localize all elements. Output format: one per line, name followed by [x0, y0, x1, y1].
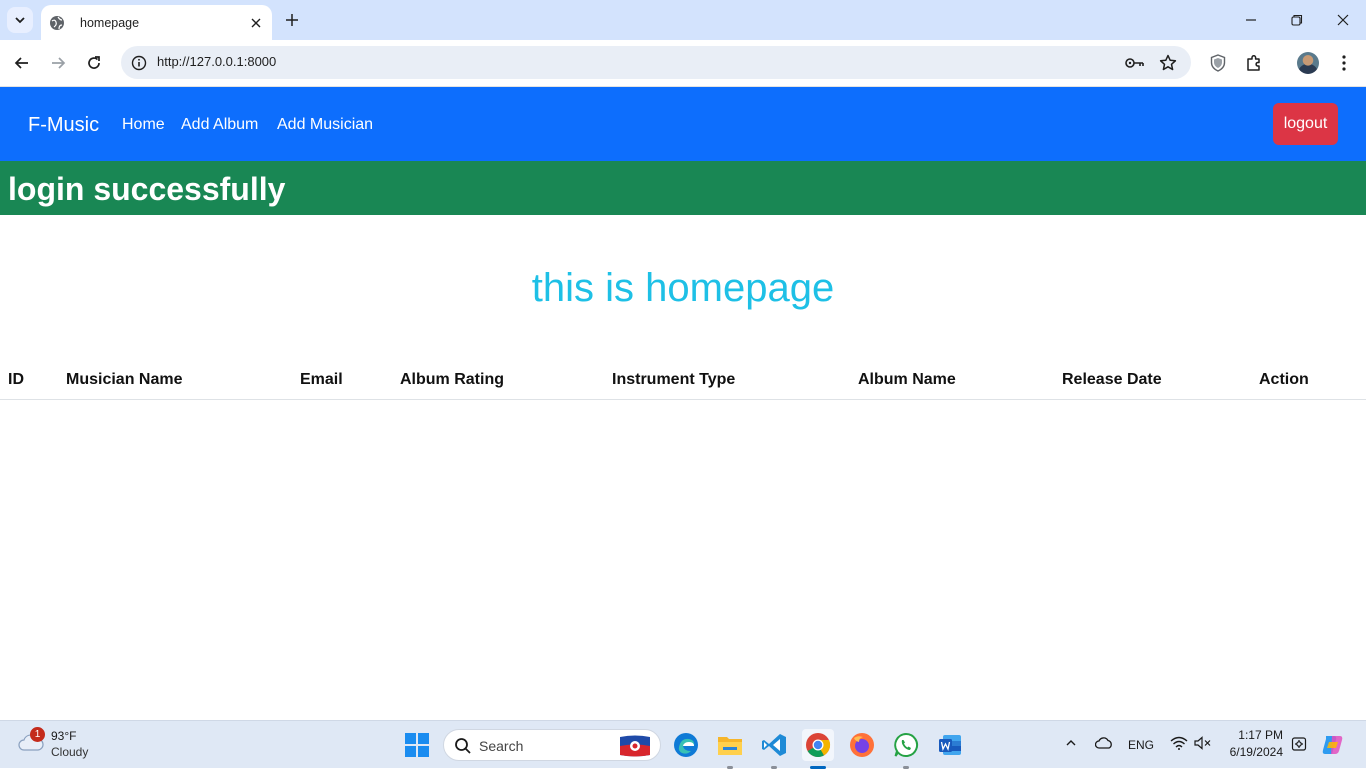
column-header-email: Email	[300, 371, 343, 388]
alert-message: login successfully	[8, 171, 286, 207]
chevron-up-icon	[1066, 740, 1076, 746]
firefox-icon	[850, 733, 874, 757]
volume-muted-icon	[1194, 736, 1211, 750]
notifications-button[interactable]	[1290, 735, 1308, 753]
wifi-icon	[1170, 736, 1188, 750]
column-header-musician-name: Musician Name	[66, 371, 183, 388]
address-bar[interactable]: http://127.0.0.1:8000	[121, 46, 1191, 79]
reload-button[interactable]	[81, 50, 107, 76]
arrow-right-icon	[52, 57, 66, 69]
minimize-button[interactable]	[1239, 8, 1263, 32]
chrome-app[interactable]	[802, 729, 834, 761]
edge-app[interactable]	[670, 729, 702, 761]
firefox-app[interactable]	[846, 729, 878, 761]
back-button[interactable]	[9, 50, 35, 76]
whatsapp-app[interactable]	[890, 729, 922, 761]
weather-temperature: 93°F	[51, 729, 77, 743]
page-heading: this is homepage	[531, 266, 835, 310]
nav-link-add-album[interactable]: Add Album	[181, 116, 258, 134]
tab-close-button[interactable]	[246, 13, 266, 33]
site-navbar: F-Music Home Add Album Add Musician logo…	[0, 87, 1366, 161]
browser-tab[interactable]: homepage	[41, 5, 272, 40]
navbar-brand[interactable]: F-Music	[28, 114, 99, 137]
puzzle-icon	[1247, 54, 1260, 71]
search-highlight-icon	[620, 735, 650, 757]
folder-icon	[718, 737, 742, 755]
star-icon	[1159, 54, 1177, 71]
extension-shield-button[interactable]	[1205, 50, 1231, 76]
column-header-id: ID	[8, 371, 24, 388]
onedrive-tray[interactable]	[1094, 735, 1114, 751]
wifi-tray[interactable]	[1170, 735, 1188, 751]
info-icon	[131, 55, 147, 71]
key-icon	[1125, 58, 1144, 68]
password-manager-button[interactable]	[1124, 53, 1146, 73]
column-header-album-name: Album Name	[858, 371, 956, 388]
close-icon	[251, 18, 261, 27]
chevron-down-icon	[15, 17, 25, 24]
column-header-action: Action	[1259, 371, 1309, 388]
browser-toolbar: http://127.0.0.1:8000	[0, 40, 1366, 87]
vscode-app[interactable]	[758, 729, 790, 761]
reload-icon	[88, 56, 100, 69]
shield-icon	[1210, 54, 1226, 72]
search-placeholder: Search	[479, 738, 524, 754]
whatsapp-icon	[894, 732, 919, 757]
clock-time: 1:17 PM	[1238, 728, 1283, 742]
nav-link-home[interactable]: Home	[122, 116, 165, 134]
arrow-left-icon	[14, 57, 28, 69]
column-header-release-date: Release Date	[1062, 371, 1162, 388]
minimize-icon	[1246, 19, 1256, 21]
clock-date: 6/19/2024	[1229, 745, 1283, 759]
copilot-button[interactable]	[1320, 732, 1346, 758]
restore-button[interactable]	[1285, 8, 1309, 32]
volume-tray[interactable]	[1193, 735, 1213, 751]
profile-avatar[interactable]	[1297, 52, 1319, 74]
notification-settings-icon	[1291, 737, 1307, 751]
url-text[interactable]: http://127.0.0.1:8000	[157, 54, 276, 69]
close-window-button[interactable]	[1331, 8, 1355, 32]
globe-icon	[50, 15, 64, 30]
extensions-button[interactable]	[1241, 50, 1267, 76]
browser-tab-strip: homepage	[0, 0, 1366, 40]
windows-start-icon[interactable]	[405, 733, 429, 757]
menu-button[interactable]	[1331, 50, 1357, 76]
weather-condition: Cloudy	[51, 745, 89, 759]
copilot-icon	[1322, 736, 1343, 754]
site-info-button[interactable]	[129, 53, 149, 73]
restore-icon	[1291, 14, 1303, 26]
column-header-album-rating: Album Rating	[400, 371, 504, 388]
success-alert: login successfully	[0, 161, 1366, 215]
chrome-icon	[806, 733, 831, 758]
edge-icon	[674, 733, 698, 757]
file-explorer-app[interactable]	[714, 729, 746, 761]
show-hidden-icons-button[interactable]	[1063, 735, 1079, 751]
notification-badge: 1	[30, 727, 45, 742]
logout-button[interactable]: logout	[1273, 103, 1338, 145]
word-app[interactable]	[934, 729, 966, 761]
word-icon	[939, 735, 961, 755]
table-header: ID Musician Name Email Album Rating Inst…	[0, 360, 1366, 400]
vscode-icon	[762, 734, 786, 756]
column-header-instrument-type: Instrument Type	[612, 371, 736, 388]
nav-link-add-musician[interactable]: Add Musician	[277, 116, 373, 134]
language-indicator[interactable]: ENG	[1128, 738, 1154, 752]
tab-search-button[interactable]	[7, 7, 33, 33]
taskbar-search[interactable]: Search	[443, 729, 661, 761]
taskbar: 1 93°F Cloudy Search ENG 1:17 PM 6/19/20…	[0, 720, 1366, 769]
plus-icon	[286, 14, 298, 26]
new-tab-button[interactable]	[282, 10, 302, 30]
onedrive-cloud-icon	[1095, 737, 1112, 749]
more-vertical-icon	[1342, 55, 1346, 71]
tab-title: homepage	[80, 15, 140, 30]
search-icon	[455, 738, 471, 754]
close-icon	[1337, 14, 1349, 26]
forward-button[interactable]	[45, 50, 71, 76]
bookmark-button[interactable]	[1157, 52, 1179, 74]
